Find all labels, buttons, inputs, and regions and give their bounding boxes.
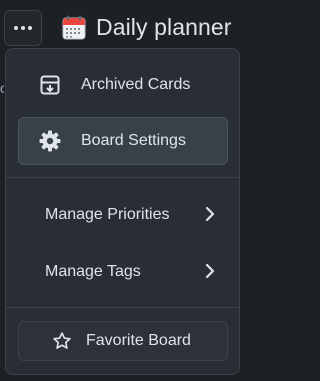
chevron-right-icon	[204, 206, 216, 227]
menu-divider	[6, 177, 239, 178]
gear-icon	[38, 129, 62, 153]
board-title-wrap: Daily planner	[62, 14, 232, 41]
manage-tags-item[interactable]: Manage Tags	[18, 248, 228, 296]
manage-tags-label: Manage Tags	[45, 263, 141, 280]
archived-cards-item[interactable]: Archived Cards	[18, 61, 228, 109]
ellipsis-icon	[14, 26, 32, 30]
favorite-board-button[interactable]: Favorite Board	[18, 321, 228, 361]
archived-cards-label: Archived Cards	[81, 76, 191, 93]
favorite-board-label: Favorite Board	[86, 332, 191, 349]
board-header: Daily planner	[0, 0, 252, 48]
archive-icon	[38, 73, 62, 97]
board-title[interactable]: Daily planner	[96, 14, 232, 41]
calendar-icon	[62, 15, 86, 40]
board-menu: Archived Cards Board Settings Manage Pri…	[5, 48, 240, 375]
more-options-button[interactable]	[4, 10, 42, 46]
board-settings-item[interactable]: Board Settings	[18, 117, 228, 165]
board-settings-label: Board Settings	[81, 132, 186, 149]
manage-priorities-item[interactable]: Manage Priorities	[18, 191, 228, 239]
chevron-right-icon	[204, 263, 216, 284]
manage-priorities-label: Manage Priorities	[45, 206, 170, 223]
menu-divider	[6, 307, 239, 308]
background-text: o	[0, 80, 4, 96]
star-icon	[51, 330, 73, 352]
